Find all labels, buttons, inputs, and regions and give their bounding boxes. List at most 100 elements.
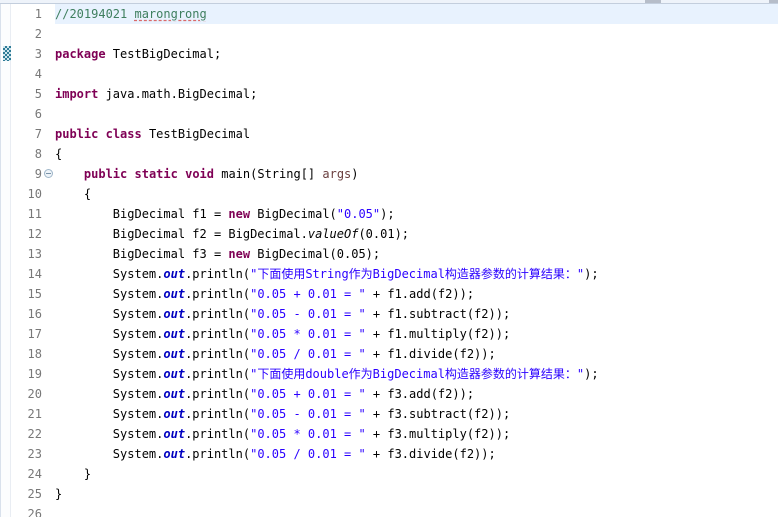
fold-column (44, 184, 55, 204)
code-line[interactable]: 10 { (11, 184, 778, 204)
line-number: 5 (34, 87, 42, 101)
code-text[interactable] (55, 504, 778, 517)
line-number: 2 (34, 27, 42, 41)
code-text[interactable]: System.out.println("0.05 * 0.01 = " + f1… (55, 324, 778, 344)
code-line[interactable]: 8{ (11, 144, 778, 164)
code-editor[interactable]: 1//20194021 marongrong 2 3 package TestBigD… (0, 0, 778, 517)
code-line[interactable]: 16 System.out.println("0.05 - 0.01 = " +… (11, 304, 778, 324)
annotation-marker-bar[interactable] (0, 4, 11, 517)
code-text[interactable]: System.out.println("0.05 / 0.01 = " + f3… (55, 444, 778, 464)
task-marker-icon[interactable] (3, 46, 11, 61)
line-number: 6 (34, 107, 42, 121)
code-text[interactable]: System.out.println("下面使用double作为BigDecim… (55, 364, 778, 384)
code-line[interactable]: 14 System.out.println("下面使用String作为BigDe… (11, 264, 778, 284)
code-line[interactable]: 22 System.out.println("0.05 * 0.01 = " +… (11, 424, 778, 444)
code-text[interactable]: { (55, 144, 778, 164)
code-line[interactable]: 19 System.out.println("下面使用double作为BigDe… (11, 364, 778, 384)
code-line[interactable]: 4 (11, 64, 778, 84)
code-line[interactable]: 9 public static void main(String[] args) (11, 164, 778, 184)
line-number: 16 (27, 307, 42, 321)
code-line[interactable]: 15 System.out.println("0.05 + 0.01 = " +… (11, 284, 778, 304)
fold-column (44, 4, 55, 24)
fold-collapse-icon[interactable] (44, 169, 53, 178)
code-line[interactable]: 17 System.out.println("0.05 * 0.01 = " +… (11, 324, 778, 344)
line-number: 10 (27, 187, 42, 201)
code-text[interactable]: System.out.println("0.05 / 0.01 = " + f1… (55, 344, 778, 364)
code-text[interactable]: System.out.println("0.05 - 0.01 = " + f3… (55, 404, 778, 424)
line-number: 13 (27, 247, 42, 261)
line-number: 7 (34, 127, 42, 141)
fold-column (44, 464, 55, 484)
code-line[interactable]: 1 //20194021 marongrong (11, 4, 778, 24)
line-number: 21 (27, 407, 42, 421)
code-line[interactable]: 2 (11, 24, 778, 44)
toolbar-fragment (769, 0, 778, 3)
line-number: 8 (34, 147, 42, 161)
code-text[interactable]: System.out.println("0.05 + 0.01 = " + f1… (55, 284, 778, 304)
fold-column (44, 304, 55, 324)
fold-column (44, 124, 55, 144)
line-number: 1 (34, 7, 42, 21)
code-text[interactable]: //20194021 marongrong (55, 4, 778, 24)
code-text[interactable]: System.out.println("下面使用String作为BigDecim… (55, 264, 778, 284)
code-line[interactable]: 23 System.out.println("0.05 / 0.01 = " +… (11, 444, 778, 464)
code-text[interactable]: BigDecimal f2 = BigDecimal.valueOf(0.01)… (55, 224, 778, 244)
fold-column (44, 204, 55, 224)
fold-column (44, 224, 55, 244)
line-number: 22 (27, 427, 42, 441)
code-text[interactable]: } (55, 484, 778, 504)
fold-column (44, 444, 55, 464)
code-line[interactable]: 7 public class TestBigDecimal (11, 124, 778, 144)
fold-column (44, 264, 55, 284)
code-line[interactable]: 20 System.out.println("0.05 + 0.01 = " +… (11, 384, 778, 404)
code-line[interactable]: 26 (11, 504, 778, 517)
fold-column (44, 164, 55, 184)
fold-column (44, 44, 55, 64)
fold-column (44, 324, 55, 344)
code-line[interactable]: 18 System.out.println("0.05 / 0.01 = " +… (11, 344, 778, 364)
code-text[interactable]: BigDecimal f3 = new BigDecimal(0.05); (55, 244, 778, 264)
code-text[interactable]: } (55, 464, 778, 484)
fold-column (44, 104, 55, 124)
code-line[interactable]: 5 import java.math.BigDecimal; (11, 84, 778, 104)
code-line[interactable]: 11 BigDecimal f1 = new BigDecimal("0.05"… (11, 204, 778, 224)
fold-column (44, 284, 55, 304)
code-text[interactable]: public static void main(String[] args) (55, 164, 778, 184)
line-number: 14 (27, 267, 42, 281)
code-text[interactable]: public class TestBigDecimal (55, 124, 778, 144)
line-number: 26 (27, 507, 42, 517)
code-line[interactable]: 3 package TestBigDecimal; (11, 44, 778, 64)
line-number: 3 (34, 47, 42, 61)
line-number: 18 (27, 347, 42, 361)
line-number: 12 (27, 227, 42, 241)
code-lines[interactable]: 1//20194021 marongrong 2 3 package TestBigD… (11, 4, 778, 517)
code-text[interactable]: import java.math.BigDecimal; (55, 84, 778, 104)
code-line[interactable]: 24 } (11, 464, 778, 484)
code-line[interactable]: 6 (11, 104, 778, 124)
line-number: 17 (27, 327, 42, 341)
code-text[interactable]: System.out.println("0.05 - 0.01 = " + f1… (55, 304, 778, 324)
line-number: 9 (34, 167, 42, 181)
code-text[interactable] (55, 24, 778, 44)
code-line[interactable]: 21 System.out.println("0.05 - 0.01 = " +… (11, 404, 778, 424)
code-line[interactable]: 12 BigDecimal f2 = BigDecimal.valueOf(0.… (11, 224, 778, 244)
code-text[interactable] (55, 64, 778, 84)
line-number: 24 (27, 467, 42, 481)
line-number: 4 (34, 67, 42, 81)
fold-column (44, 64, 55, 84)
fold-column (44, 144, 55, 164)
code-text[interactable] (55, 104, 778, 124)
line-number: 19 (27, 367, 42, 381)
fold-column (44, 24, 55, 44)
code-text[interactable]: BigDecimal f1 = new BigDecimal("0.05"); (55, 204, 778, 224)
fold-column (44, 84, 55, 104)
code-text[interactable]: System.out.println("0.05 * 0.01 = " + f3… (55, 424, 778, 444)
fold-column (44, 504, 55, 517)
code-text[interactable]: { (55, 184, 778, 204)
code-text[interactable]: package TestBigDecimal; (55, 44, 778, 64)
line-number: 23 (27, 447, 42, 461)
code-text[interactable]: System.out.println("0.05 + 0.01 = " + f3… (55, 384, 778, 404)
code-line[interactable]: 13 BigDecimal f3 = new BigDecimal(0.05); (11, 244, 778, 264)
fold-column (44, 384, 55, 404)
code-line[interactable]: 25} (11, 484, 778, 504)
